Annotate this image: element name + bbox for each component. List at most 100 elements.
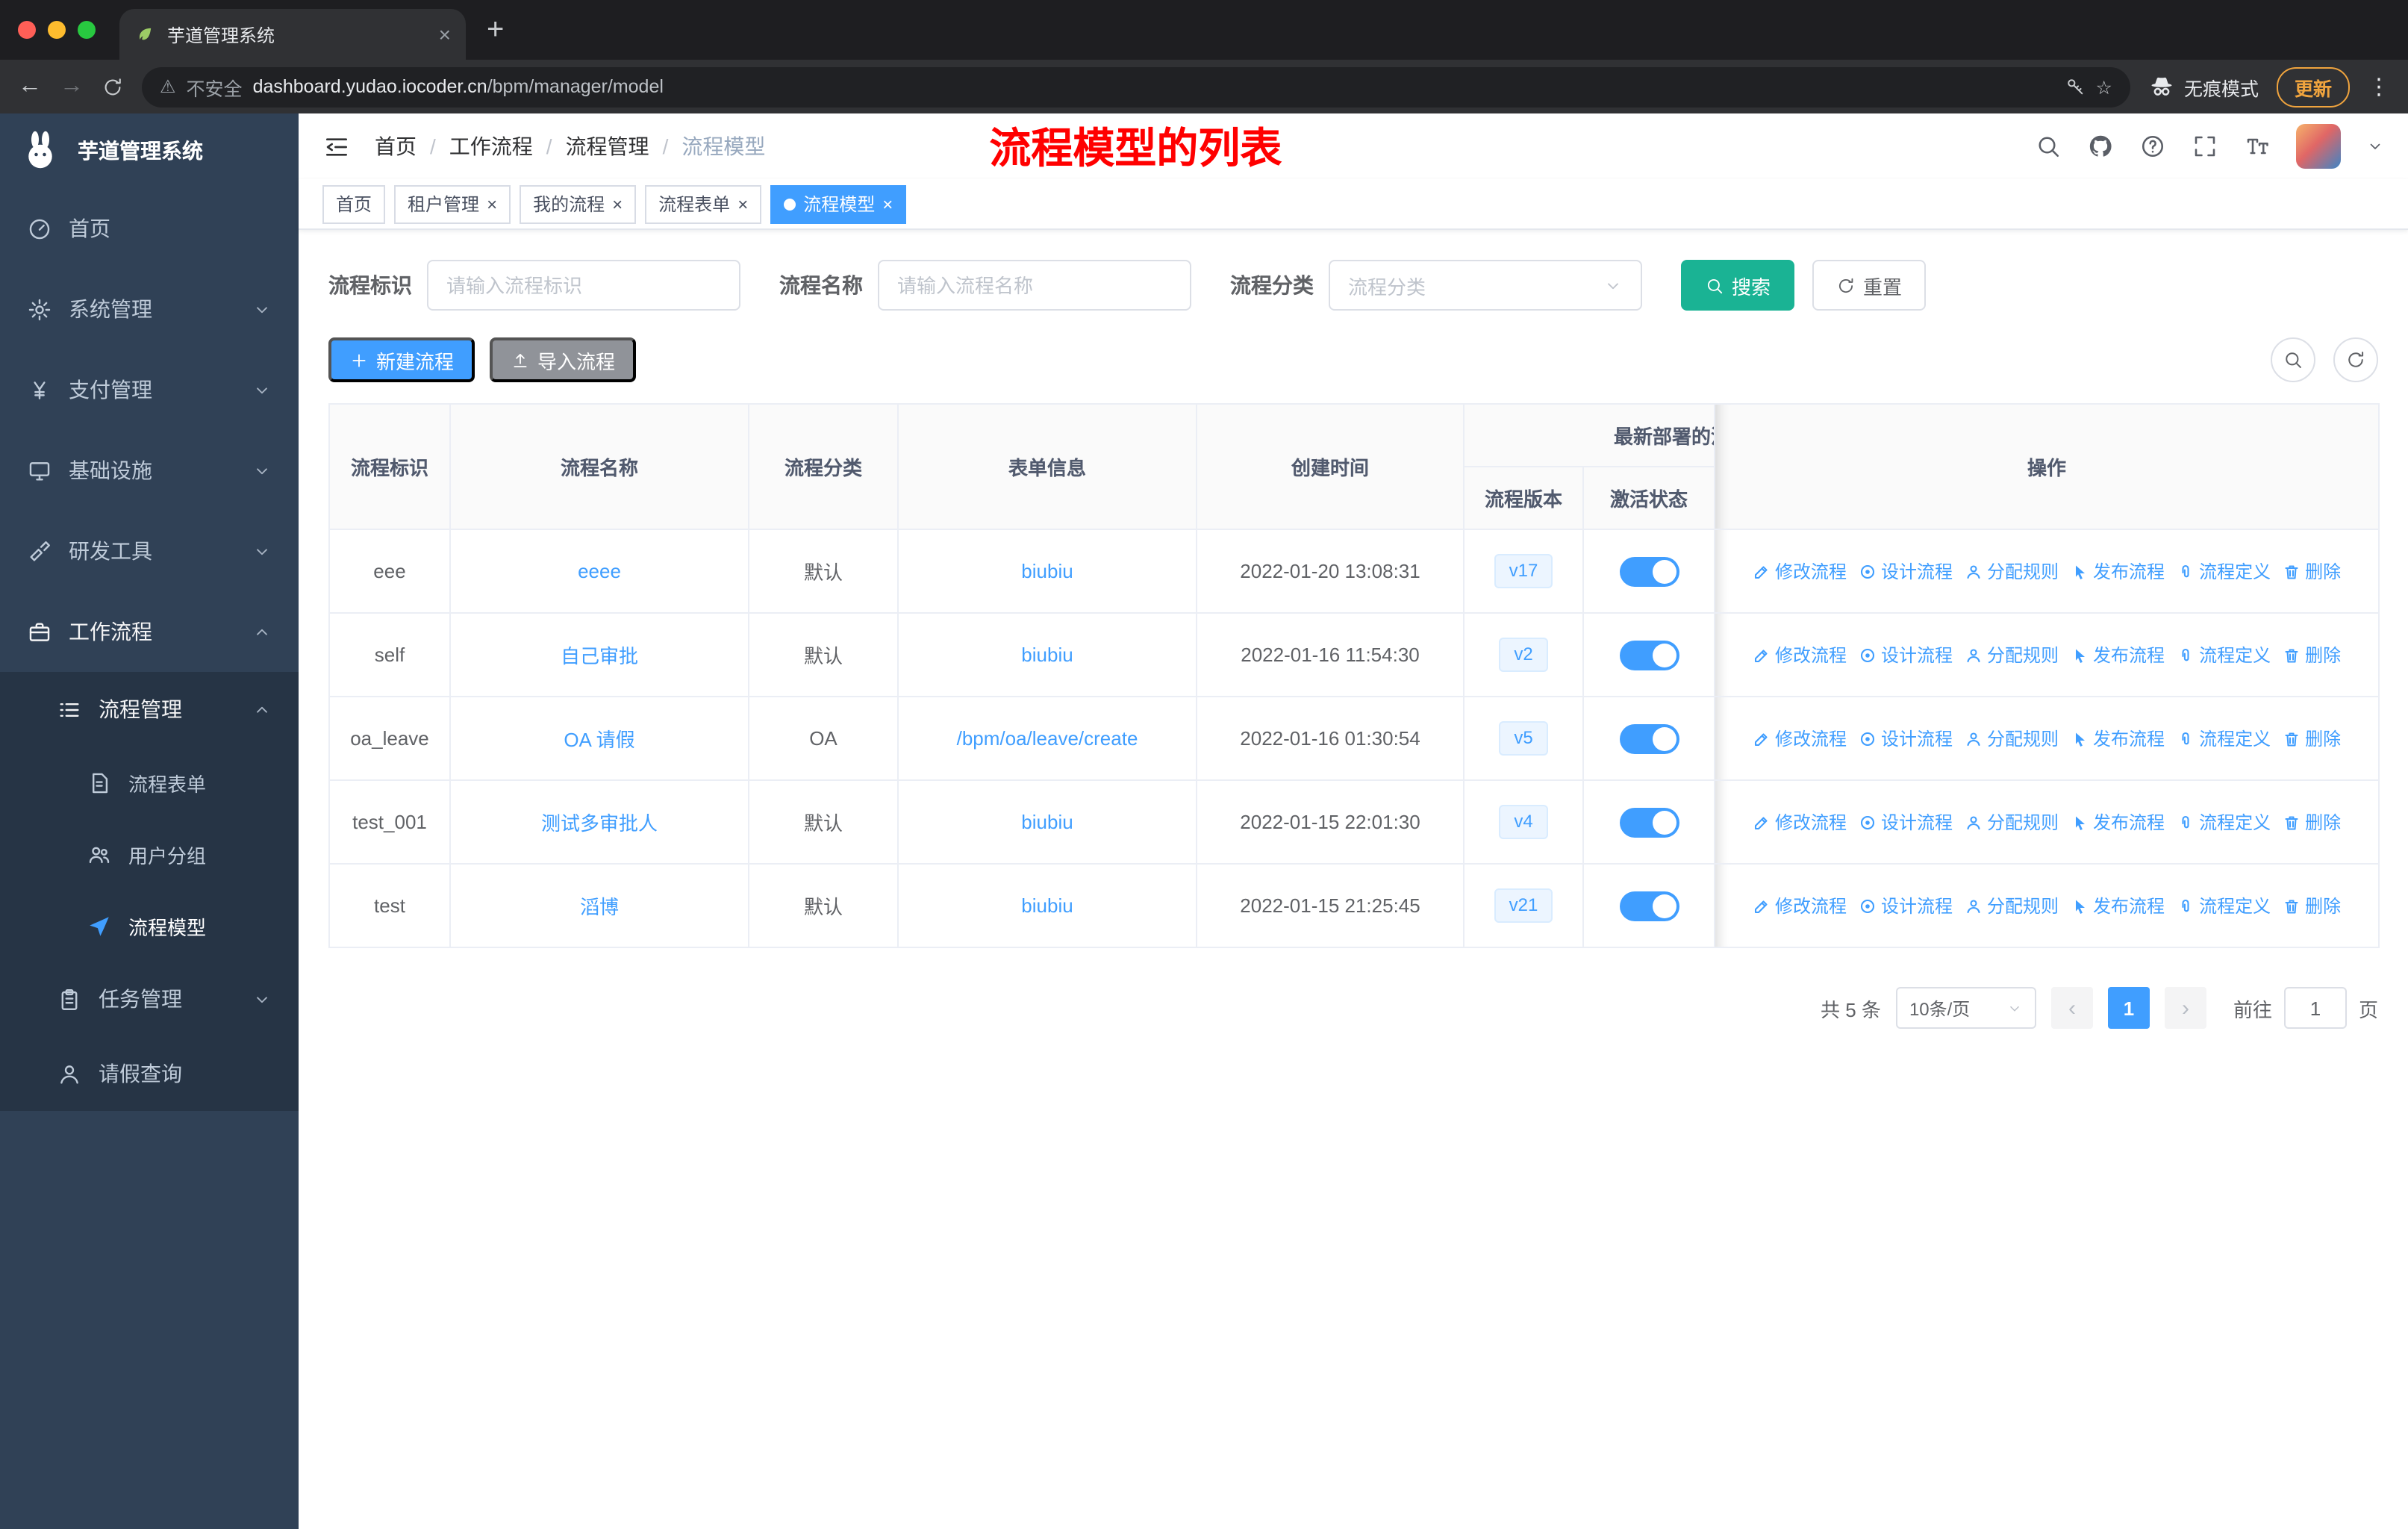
window-close-button[interactable] — [18, 21, 36, 39]
action-delete[interactable]: 删除 — [2283, 726, 2341, 751]
sidebar-item-system[interactable]: 系统管理 — [0, 269, 299, 349]
action-design-process[interactable]: 设计流程 — [1859, 809, 1953, 835]
action-delete[interactable]: 删除 — [2283, 893, 2341, 918]
action-design-process[interactable]: 设计流程 — [1859, 893, 1953, 918]
action-assign-rules[interactable]: 分配规则 — [1965, 726, 2059, 751]
status-toggle[interactable] — [1619, 807, 1679, 837]
action-publish-process[interactable]: 发布流程 — [2071, 809, 2165, 835]
tag-close-icon[interactable]: × — [612, 195, 623, 213]
sidebar-item-workflow[interactable]: 工作流程 — [0, 591, 299, 672]
action-process-definition[interactable]: 流程定义 — [2177, 726, 2271, 751]
tag-close-icon[interactable]: × — [487, 195, 497, 213]
breadcrumb-item[interactable]: 工作流程 — [449, 131, 533, 161]
sidebar-item-infrastructure[interactable]: 基础设施 — [0, 430, 299, 511]
help-icon[interactable] — [2139, 133, 2166, 160]
search-button[interactable]: 搜索 — [1681, 260, 1795, 311]
tag-tenant-management[interactable]: 租户管理 × — [394, 184, 511, 223]
action-modify-process[interactable]: 修改流程 — [1753, 558, 1847, 584]
browser-menu-icon[interactable]: ⋮ — [2368, 73, 2390, 100]
tag-my-process[interactable]: 我的流程 × — [520, 184, 637, 223]
action-delete[interactable]: 删除 — [2283, 558, 2341, 584]
action-publish-process[interactable]: 发布流程 — [2071, 642, 2165, 667]
sidebar-item-task-management[interactable]: 任务管理 — [0, 962, 299, 1036]
fullscreen-icon[interactable] — [2192, 133, 2218, 160]
action-assign-rules[interactable]: 分配规则 — [1965, 893, 2059, 918]
process-name-link[interactable]: eeee — [578, 560, 621, 582]
action-process-definition[interactable]: 流程定义 — [2177, 558, 2271, 584]
browser-update-button[interactable]: 更新 — [2276, 66, 2350, 107]
action-publish-process[interactable]: 发布流程 — [2071, 893, 2165, 918]
reload-icon[interactable] — [102, 75, 124, 98]
form-info-link[interactable]: biubiu — [1021, 811, 1073, 833]
action-modify-process[interactable]: 修改流程 — [1753, 642, 1847, 667]
action-design-process[interactable]: 设计流程 — [1859, 726, 1953, 751]
status-toggle[interactable] — [1619, 556, 1679, 586]
tag-close-icon[interactable]: × — [737, 195, 748, 213]
bookmark-star-icon[interactable]: ☆ — [2096, 75, 2112, 98]
show-search-button[interactable] — [2271, 337, 2315, 382]
form-info-link[interactable]: /bpm/oa/leave/create — [957, 727, 1138, 750]
process-name-input[interactable] — [878, 260, 1191, 311]
sidebar-item-payment[interactable]: 支付管理 — [0, 349, 299, 430]
tag-close-icon[interactable]: × — [882, 195, 893, 213]
security-label[interactable]: 不安全 — [187, 72, 243, 101]
sidebar-item-process-management[interactable]: 流程管理 — [0, 672, 299, 747]
process-category-select[interactable]: 流程分类 — [1329, 260, 1642, 311]
create-process-button[interactable]: 新建流程 — [328, 337, 475, 382]
sidebar-item-devtools[interactable]: 研发工具 — [0, 511, 299, 591]
action-delete[interactable]: 删除 — [2283, 642, 2341, 667]
tag-process-model-active[interactable]: 流程模型 × — [770, 184, 907, 223]
process-name-link[interactable]: OA 请假 — [564, 729, 634, 751]
action-delete[interactable]: 删除 — [2283, 809, 2341, 835]
browser-tab[interactable]: 芋道管理系统 × — [119, 9, 466, 60]
status-toggle[interactable] — [1619, 640, 1679, 670]
reset-button[interactable]: 重置 — [1812, 260, 1927, 311]
sidebar-item-leave-query[interactable]: 请假查询 — [0, 1036, 299, 1111]
tag-process-form[interactable]: 流程表单 × — [645, 184, 762, 223]
next-page-button[interactable]: › — [2164, 987, 2206, 1029]
tag-home[interactable]: 首页 — [322, 184, 386, 223]
forward-icon[interactable]: → — [60, 74, 84, 99]
page-size-select[interactable]: 10条/页 — [1895, 987, 2036, 1029]
address-bar[interactable]: ⚠ 不安全 dashboard.yudao.iocoder.cn/bpm/man… — [142, 66, 2130, 107]
import-process-button[interactable]: 导入流程 — [490, 337, 637, 382]
new-tab-button[interactable]: + — [487, 13, 504, 47]
sidebar-item-process-model[interactable]: 流程模型 — [0, 890, 299, 962]
action-modify-process[interactable]: 修改流程 — [1753, 809, 1847, 835]
action-process-definition[interactable]: 流程定义 — [2177, 893, 2271, 918]
action-modify-process[interactable]: 修改流程 — [1753, 726, 1847, 751]
breadcrumb-item[interactable]: 流程管理 — [566, 131, 649, 161]
form-info-link[interactable]: biubiu — [1021, 894, 1073, 917]
action-publish-process[interactable]: 发布流程 — [2071, 726, 2165, 751]
process-name-link[interactable]: 自己审批 — [561, 645, 638, 667]
avatar[interactable] — [2296, 124, 2341, 169]
sidebar-fold-icon[interactable] — [322, 132, 351, 161]
process-name-link[interactable]: 滔博 — [580, 896, 619, 918]
status-toggle[interactable] — [1619, 723, 1679, 753]
action-assign-rules[interactable]: 分配规则 — [1965, 558, 2059, 584]
action-assign-rules[interactable]: 分配规则 — [1965, 642, 2059, 667]
avatar-caret-down-icon[interactable] — [2366, 137, 2384, 155]
action-assign-rules[interactable]: 分配规则 — [1965, 809, 2059, 835]
sidebar-item-user-group[interactable]: 用户分组 — [0, 818, 299, 890]
window-minimize-button[interactable] — [48, 21, 66, 39]
status-toggle[interactable] — [1619, 891, 1679, 921]
password-key-icon[interactable] — [2065, 76, 2086, 97]
current-page-button[interactable]: 1 — [2107, 987, 2150, 1029]
search-icon[interactable] — [2035, 133, 2062, 160]
tab-close-icon[interactable]: × — [439, 22, 451, 46]
process-id-input[interactable] — [427, 260, 740, 311]
sidebar-item-process-form[interactable]: 流程表单 — [0, 747, 299, 818]
action-process-definition[interactable]: 流程定义 — [2177, 809, 2271, 835]
font-size-icon[interactable] — [2244, 133, 2271, 160]
github-icon[interactable] — [2087, 133, 2114, 160]
breadcrumb-item[interactable]: 首页 — [375, 131, 417, 161]
action-publish-process[interactable]: 发布流程 — [2071, 558, 2165, 584]
window-zoom-button[interactable] — [78, 21, 96, 39]
prev-page-button[interactable]: ‹ — [2050, 987, 2093, 1029]
sidebar-item-home[interactable]: 首页 — [0, 188, 299, 269]
form-info-link[interactable]: biubiu — [1021, 560, 1073, 582]
action-design-process[interactable]: 设计流程 — [1859, 558, 1953, 584]
form-info-link[interactable]: biubiu — [1021, 644, 1073, 666]
refresh-table-button[interactable] — [2333, 337, 2378, 382]
